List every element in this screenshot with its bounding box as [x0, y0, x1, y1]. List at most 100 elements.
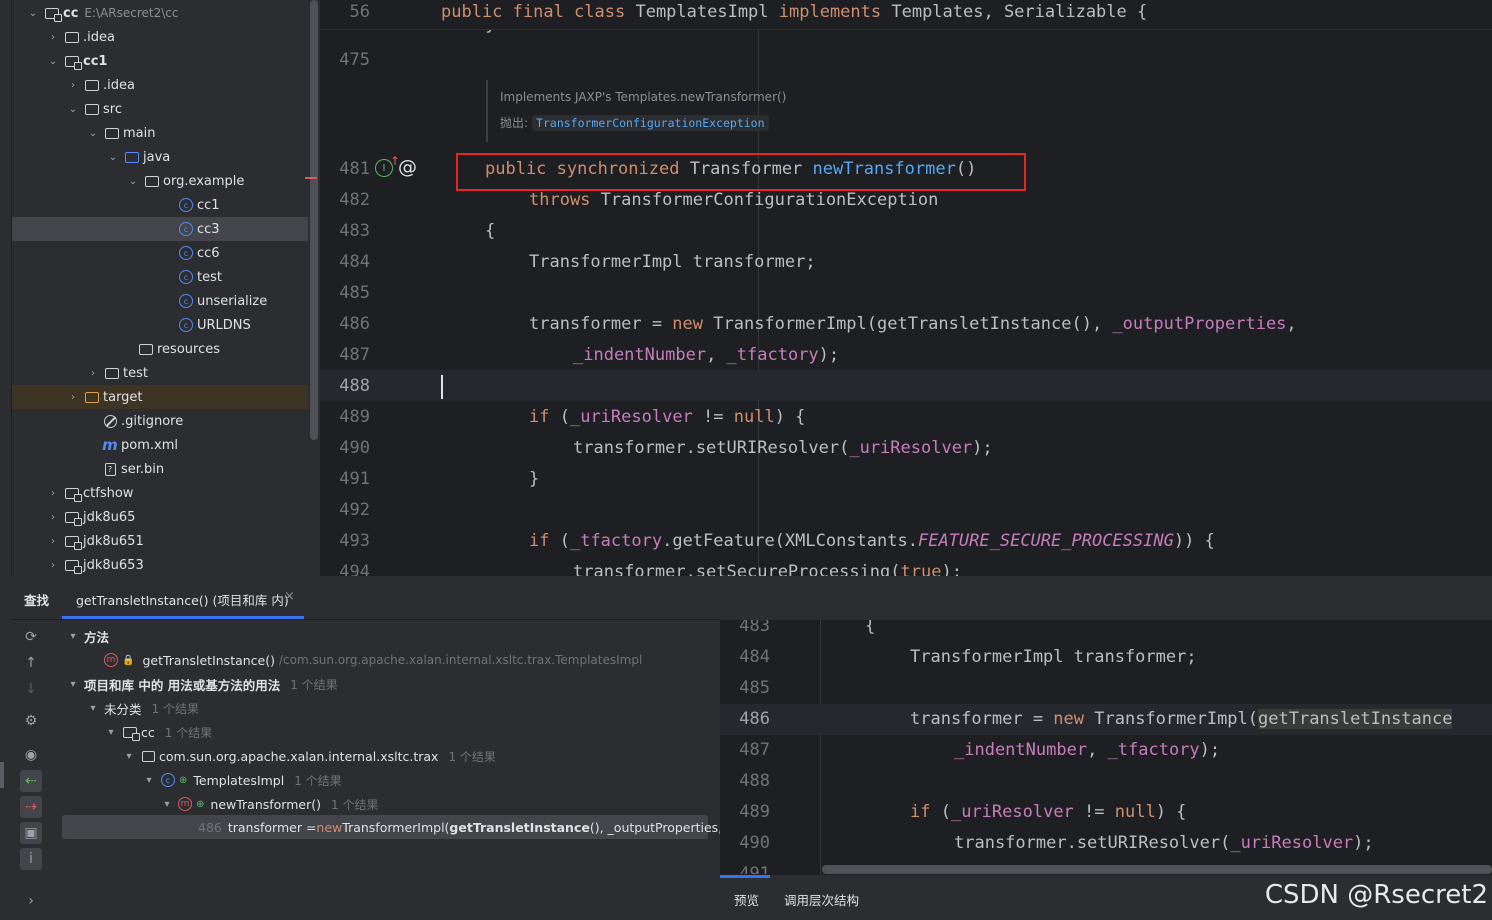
tab-find-query[interactable]: getTransletInstance() (项目和库 内) [76, 590, 289, 609]
group-by-module-icon[interactable]: ▣ [20, 822, 42, 844]
info-icon[interactable]: i [20, 848, 42, 870]
preview-eye-icon[interactable]: ◉ [20, 744, 42, 766]
line-number-489: 489 [339, 407, 370, 427]
chevron-right-icon[interactable]: › [46, 534, 60, 548]
code-line-494: transformer.setSecureProcessing(true); [573, 562, 962, 576]
tree-item-label: target [103, 389, 143, 405]
class-group[interactable]: ▾ c ⊕ TemplatesImpl 1 个结果 [142, 768, 341, 792]
tree-item[interactable]: c cc3 [12, 217, 308, 241]
tree-item-label: org.example [163, 173, 245, 189]
chevron-right-icon[interactable]: › [46, 30, 60, 44]
read-access-icon[interactable]: ⇠ [20, 770, 42, 792]
annotation-at-icon[interactable]: @ [398, 156, 417, 178]
tree-item[interactable]: ⌄ java [12, 145, 308, 169]
tree-item[interactable]: m pom.xml [12, 433, 308, 457]
methods-group[interactable]: ▾ 方法 [66, 624, 109, 648]
tree-item[interactable]: c URLDNS [12, 313, 308, 337]
chevron-down-icon[interactable]: ⌄ [86, 126, 100, 140]
usages-group[interactable]: ▾ 项目和库 中的 用法或基方法的用法 1 个结果 [66, 672, 337, 696]
tab-call-hierarchy[interactable]: 调用层次结构 [784, 890, 859, 909]
result-match: getTransletInstance [449, 819, 590, 835]
code-line-493: if (_tfactory.getFeature(XMLConstants.FE… [529, 531, 1215, 551]
settings-icon[interactable]: ⚙ [20, 710, 42, 732]
module-folder-icon [64, 533, 82, 550]
chevron-right-icon[interactable]: › [46, 486, 60, 500]
line-number-486: 486 [339, 314, 370, 334]
chevron-right-icon[interactable]: › [66, 390, 80, 404]
tree-item-label: jdk8u651 [83, 533, 144, 549]
private-lock-icon: 🔒 [122, 654, 135, 666]
target-method-path: /com.sun.org.apache.xalan.internal.xsltc… [279, 653, 643, 667]
usage-preview-editor[interactable]: 483 { 484 TransformerImpl transformer; 4… [720, 620, 1492, 874]
preview-h-scrollbar[interactable] [822, 865, 1492, 874]
chevron-down-icon[interactable]: ⌄ [46, 54, 60, 68]
target-method-name: getTransletInstance() [142, 652, 275, 668]
next-occurrence-icon[interactable]: ↓ [20, 678, 42, 700]
uncategorized-group[interactable]: ▾ 未分类 1 个结果 [86, 696, 198, 720]
module-folder-icon [64, 557, 82, 574]
strip-marker [0, 762, 4, 788]
usage-result-row[interactable]: 486 transformer = new TransformerImpl( g… [62, 815, 722, 839]
tree-item[interactable]: › test [12, 361, 308, 385]
tab-preview[interactable]: 预览 [734, 890, 759, 909]
previous-occurrence-icon[interactable]: ↑ [20, 652, 42, 674]
close-tab-icon[interactable]: × [284, 589, 295, 604]
tree-item[interactable]: › target [12, 385, 308, 409]
class-icon: c [160, 772, 176, 788]
tree-item[interactable]: resources [12, 337, 308, 361]
code-editor[interactable]: 56 public final class TemplatesImpl impl… [320, 0, 1492, 576]
usages-label: 项目和库 中的 用法或基方法的用法 [84, 677, 281, 693]
chevron-right-icon[interactable]: › [86, 366, 100, 380]
module-folder-icon [64, 509, 82, 526]
result-mid: TransformerImpl( [342, 819, 450, 835]
chevron-right-icon[interactable]: › [46, 510, 60, 524]
tree-item[interactable]: .gitignore [12, 409, 308, 433]
tree-item[interactable]: ⌄ main [12, 121, 308, 145]
tree-item[interactable]: › jdk8u65 [12, 505, 308, 529]
chevron-down-icon[interactable]: ⌄ [66, 102, 80, 116]
tree-item[interactable]: c test [12, 265, 308, 289]
chevron-right-icon[interactable]: › [46, 558, 60, 572]
tree-item[interactable]: › .idea [12, 73, 308, 97]
tree-item[interactable]: c cc6 [12, 241, 308, 265]
chevron-down-icon[interactable]: ⌄ [126, 174, 140, 188]
tree-item[interactable]: › ctfshow [12, 481, 308, 505]
expand-panel-icon[interactable]: › [20, 890, 42, 912]
tree-item[interactable]: ⌄ org.example [12, 169, 308, 193]
package-group[interactable]: ▾ com.sun.org.apache.xalan.internal.xslt… [122, 744, 495, 768]
chevron-down-icon[interactable]: ⌄ [106, 150, 120, 164]
tree-item[interactable]: c unserialize [12, 289, 308, 313]
module-folder-icon [64, 53, 82, 70]
sticky-header[interactable]: 56 public final class TemplatesImpl impl… [320, 0, 1492, 30]
package-icon [144, 173, 160, 189]
method-group[interactable]: ▾ m ⊕ newTransformer() 1 个结果 [160, 792, 378, 816]
throws-label: 抛出: [500, 116, 529, 130]
line-number-487: 487 [339, 345, 370, 365]
tree-item[interactable]: ⌄ cc E:\ARsecret2\cc [12, 1, 308, 25]
throws-exception-link[interactable]: TransformerConfigurationException [532, 114, 769, 131]
tree-item[interactable]: › jdk8u651 [12, 529, 308, 553]
target-method-row[interactable]: m 🔒 getTransletInstance() /com.sun.org.ap… [104, 648, 642, 672]
tree-item[interactable]: ⌄ src [12, 97, 308, 121]
tree-item[interactable]: › jdk8u653 [12, 553, 308, 576]
module-group[interactable]: ▾ cc 1 个结果 [104, 720, 212, 744]
chevron-right-icon[interactable]: › [66, 78, 80, 92]
code-line-491: } [529, 469, 540, 489]
tree-gutter [0, 0, 12, 576]
tree-item-label: jdk8u65 [83, 509, 136, 525]
class-label: TemplatesImpl [193, 772, 285, 788]
chevron-down-icon[interactable]: ⌄ [26, 6, 40, 20]
tree-scrollbar[interactable] [310, 0, 318, 440]
refresh-icon[interactable]: ⟳ [20, 626, 42, 648]
tree-item[interactable]: ? ser.bin [12, 457, 308, 481]
tree-item[interactable]: › .idea [12, 25, 308, 49]
line-number-490: 490 [339, 438, 370, 458]
tab-find[interactable]: 查找 [24, 590, 49, 609]
folder-icon [104, 365, 120, 381]
write-access-icon[interactable]: ⇢ [20, 796, 42, 818]
tree-item[interactable]: ⌄ cc1 [12, 49, 308, 73]
tree-item-label: cc3 [197, 221, 220, 237]
tree-item[interactable]: c cc1 [12, 193, 308, 217]
